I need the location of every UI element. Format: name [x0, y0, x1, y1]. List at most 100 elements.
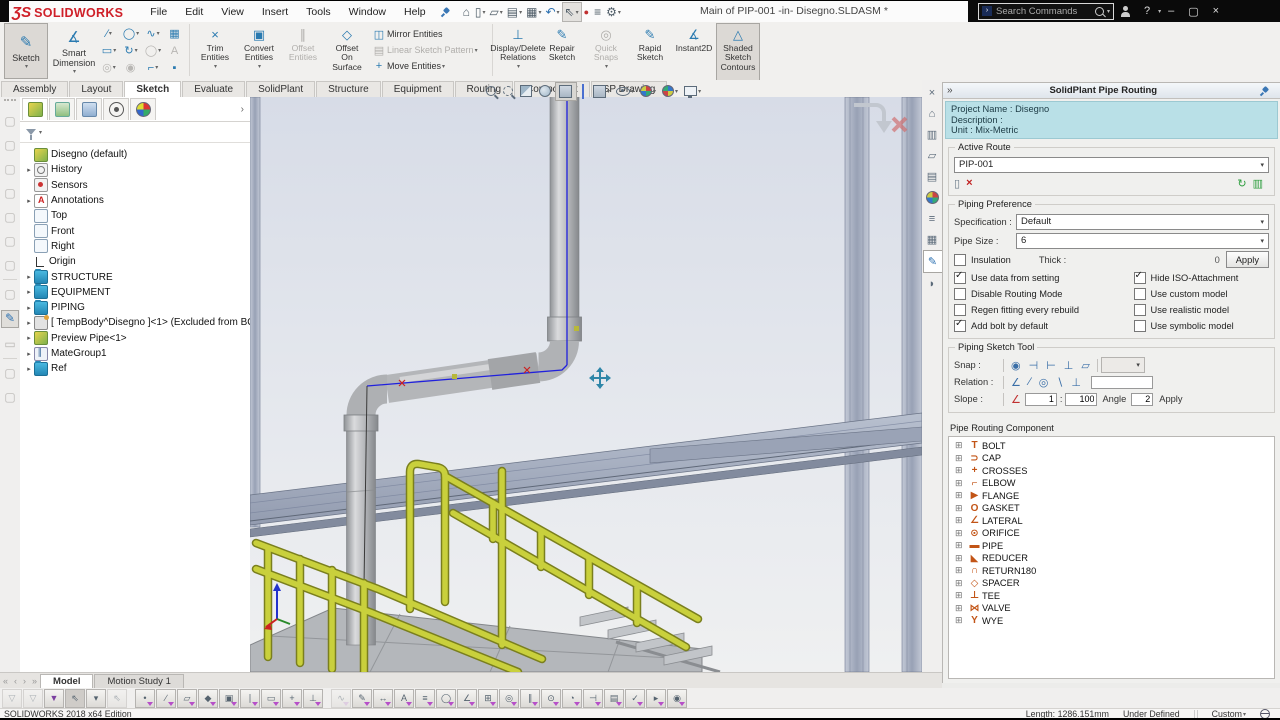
- filter-datums-icon[interactable]: ◎: [499, 689, 519, 708]
- fillet-tool-icon[interactable]: ⌐ ▾: [142, 59, 164, 76]
- move-component-icon[interactable]: ▢: [2, 209, 18, 225]
- slope-ratio-left-input[interactable]: [1025, 393, 1057, 406]
- tree-row[interactable]: ▸ Ref: [20, 361, 250, 376]
- filter-balloons-icon[interactable]: ◯: [436, 689, 456, 708]
- angle-input[interactable]: [1131, 393, 1153, 406]
- expand-icon[interactable]: ⊞: [955, 540, 967, 551]
- tree-row[interactable]: ▸ Annotations: [20, 193, 250, 208]
- select-tool-icon[interactable]: ⇖: [65, 689, 85, 708]
- filter-weld-symbols-icon[interactable]: ∠: [457, 689, 477, 708]
- expand-icon[interactable]: ⊞: [955, 578, 967, 589]
- tab-nav-icon[interactable]: ‹: [11, 676, 20, 686]
- tree-row[interactable]: ▸ EQUIPMENT: [20, 285, 250, 300]
- tree-row[interactable]: ▸ PIPING: [20, 300, 250, 315]
- preference-checkbox-row[interactable]: Use data from setting: [954, 270, 1134, 286]
- configuration-caret-icon[interactable]: ▾: [1243, 711, 1246, 718]
- tree-row[interactable]: ▸ Preview Pipe<1>: [20, 331, 250, 346]
- component-row[interactable]: ⊞ T BOLT: [949, 440, 1274, 453]
- view-settings-icon[interactable]: ▾: [681, 83, 704, 100]
- instant3d-icon[interactable]: ▢: [2, 389, 18, 405]
- checkbox[interactable]: [954, 288, 966, 300]
- expand-icon[interactable]: ⊞: [955, 503, 967, 514]
- file-explorer-icon[interactable]: ▱: [923, 145, 941, 166]
- expand-icon[interactable]: ⊞: [955, 453, 967, 464]
- forum-chat-icon[interactable]: ◗: [923, 273, 941, 294]
- snap-plane-icon[interactable]: ▱: [1077, 359, 1093, 372]
- file-properties-icon[interactable]: ≡: [592, 3, 604, 21]
- new-document-icon[interactable]: ▯ ▾: [473, 3, 488, 21]
- filter-connection-points-icon[interactable]: ⊙: [541, 689, 561, 708]
- filter-faces-icon[interactable]: ▱: [177, 689, 197, 708]
- stoplight-icon[interactable]: ●: [582, 3, 592, 21]
- expand-icon[interactable]: ⊞: [955, 440, 967, 451]
- offset-on-surface-button[interactable]: ◇ Offset On Surface: [325, 23, 369, 82]
- help-button[interactable]: ?: [1137, 5, 1157, 17]
- save-icon[interactable]: ▤ ▾: [505, 3, 524, 21]
- select-caret-icon[interactable]: ▾: [86, 689, 106, 708]
- filter-center-marks-icon[interactable]: ⊣: [583, 689, 603, 708]
- menu-item[interactable]: File: [141, 3, 176, 21]
- tree-expand-arrow-icon[interactable]: ▸: [24, 166, 34, 174]
- filter-origins-icon[interactable]: +: [282, 689, 302, 708]
- reference-geometry-icon[interactable]: ▢: [2, 286, 18, 302]
- active-route-select[interactable]: PIP-001 ▾: [954, 157, 1269, 173]
- move-entities-button[interactable]: + Move Entities ▾: [371, 58, 489, 74]
- tree-expand-arrow-icon[interactable]: ▸: [24, 334, 34, 342]
- component-row[interactable]: ⊞ ⋈ VALVE: [949, 602, 1274, 615]
- preference-checkbox-row[interactable]: Regen fitting every rebuild: [954, 302, 1134, 318]
- component-row[interactable]: ⊞ ◣ REDUCER: [949, 552, 1274, 565]
- filter-section-marks-icon[interactable]: ◔: [562, 689, 582, 708]
- filter-axes-icon[interactable]: ∣: [240, 689, 260, 708]
- expand-tree-icon[interactable]: ›: [241, 104, 244, 115]
- filter-notes-icon[interactable]: ≡: [415, 689, 435, 708]
- search-caret-icon[interactable]: ▾: [1107, 8, 1110, 15]
- snap-along-y-icon[interactable]: ⊢: [1042, 359, 1060, 372]
- tree-expand-arrow-icon[interactable]: ▸: [24, 288, 34, 296]
- menu-item[interactable]: Insert: [253, 3, 297, 21]
- section-view-icon[interactable]: [517, 83, 536, 100]
- zoom-area-icon[interactable]: [500, 83, 517, 100]
- dot-tool-icon[interactable]: ▪: [164, 59, 186, 76]
- tree-expand-arrow-icon[interactable]: ▸: [24, 350, 34, 358]
- ribbon-tab[interactable]: Sketch: [124, 81, 181, 97]
- design-library-icon[interactable]: ▥: [923, 124, 941, 145]
- expand-icon[interactable]: ⊞: [955, 553, 967, 564]
- search-input[interactable]: Search Commands: [996, 6, 1095, 17]
- rotate-view-icon[interactable]: [536, 83, 555, 100]
- arc-tool-icon[interactable]: ↻ ▾: [120, 42, 142, 59]
- slope-ratio-right-input[interactable]: [1065, 393, 1097, 406]
- search-commands-box[interactable]: › Search Commands ▾: [978, 3, 1114, 20]
- component-row[interactable]: ⊞ ⊃ CAP: [949, 452, 1274, 465]
- preference-checkbox-row[interactable]: Hide ISO-Attachment: [1134, 270, 1269, 286]
- tree-row[interactable]: Sensors: [20, 178, 250, 193]
- line-tool-icon[interactable]: ∕ ▾: [98, 25, 120, 42]
- slot-tool-icon[interactable]: ◎ ▾: [98, 59, 120, 76]
- tree-row[interactable]: ▸ MateGroup1: [20, 346, 250, 361]
- expand-icon[interactable]: ⊞: [955, 615, 967, 626]
- smart-fasteners-icon[interactable]: ▢: [2, 185, 18, 201]
- component-row[interactable]: ⊞ ∠ LATERAL: [949, 515, 1274, 528]
- relation-value-input[interactable]: [1091, 376, 1153, 389]
- appearances-scenes-icon[interactable]: [923, 187, 941, 208]
- smart-dimension-button[interactable]: ∡ Smart Dimension ▾: [52, 23, 96, 79]
- select-icon[interactable]: ⇖ ▾: [562, 2, 582, 22]
- tab-nav-icon[interactable]: «: [0, 676, 11, 686]
- search-scope-icon[interactable]: ›: [982, 6, 992, 16]
- apply-scene-icon[interactable]: ▾: [659, 83, 681, 100]
- print-icon[interactable]: ▦ ▾: [524, 3, 543, 21]
- expand-icon[interactable]: ⊞: [955, 478, 967, 489]
- tree-row[interactable]: Origin: [20, 254, 250, 269]
- shaded-sketch-contours-button[interactable]: △ Shaded Sketch Contours: [716, 23, 760, 82]
- toolbar-separator-2[interactable]: [3, 358, 17, 359]
- pin-panel-icon[interactable]: [1260, 86, 1270, 96]
- offset-entities-button[interactable]: ∥ Offset Entities: [281, 23, 325, 82]
- tree-expand-arrow-icon[interactable]: ▸: [24, 304, 34, 312]
- tree-row[interactable]: ▸ STRUCTURE: [20, 269, 250, 284]
- model-tab[interactable]: Motion Study 1: [94, 674, 183, 689]
- ribbon-tab[interactable]: Evaluate: [182, 81, 245, 97]
- close-button[interactable]: ×: [1206, 5, 1226, 17]
- slope-angle-icon[interactable]: ∠: [1007, 393, 1025, 406]
- custom-properties-icon[interactable]: ≡: [923, 208, 941, 229]
- linear-sketch-pattern-button[interactable]: ▤ Linear Sketch Pattern ▾: [371, 42, 489, 58]
- filter-cosmetic-threads-icon[interactable]: ∥: [520, 689, 540, 708]
